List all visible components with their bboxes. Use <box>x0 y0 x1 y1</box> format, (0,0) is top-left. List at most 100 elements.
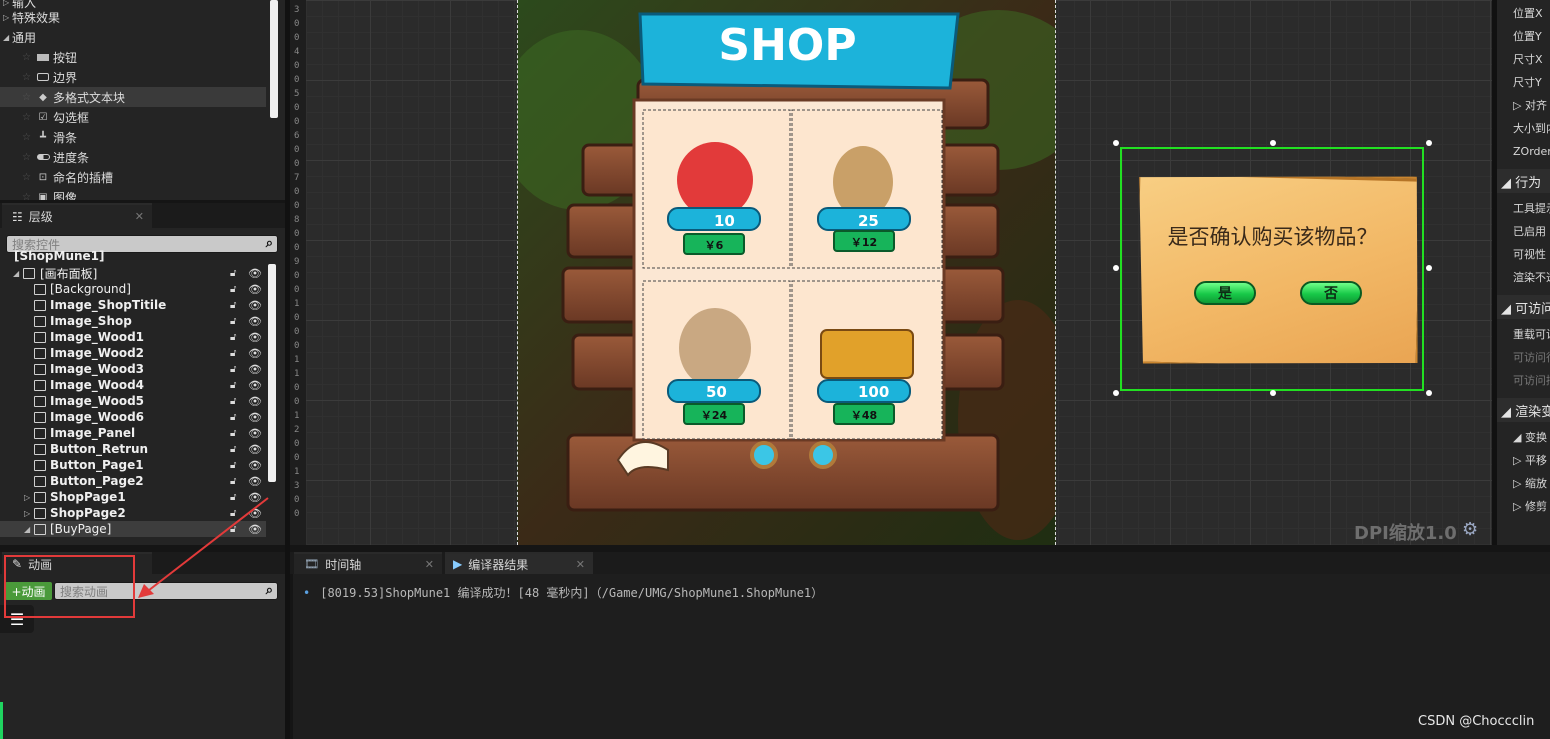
item-price-2[interactable]: ￥12 <box>834 234 894 250</box>
buy-confirm-dialog[interactable]: 是否确认购买该物品？ 是 否 <box>1113 140 1432 396</box>
resize-handle[interactable] <box>1113 140 1119 146</box>
eye-icon[interactable]: 👁︎ <box>248 363 262 376</box>
expand-arrow-icon[interactable]: ▷ <box>24 493 34 502</box>
shop-widget-preview[interactable]: SHOP 10 25 50 100 ￥6 ￥12 ￥24 ￥48 <box>517 0 1056 545</box>
resize-handle[interactable] <box>1426 140 1432 146</box>
unlock-icon[interactable]: 🔓︎ <box>230 460 236 471</box>
page1-dot-icon[interactable] <box>750 441 778 469</box>
unlock-icon[interactable]: 🔓︎ <box>230 412 236 423</box>
page2-dot-icon[interactable] <box>809 441 837 469</box>
details-property[interactable]: ZOrder <box>1497 140 1550 162</box>
details-property[interactable]: 渲染不透明 <box>1497 266 1550 288</box>
tab-compiler-results[interactable]: ▶ 编译器结果 ✕ <box>445 552 593 574</box>
resize-handle[interactable] <box>1426 265 1432 271</box>
tree-item[interactable]: Image_ShopTitile 🔓︎ 👁︎ <box>0 297 266 313</box>
tree-item[interactable]: Image_Wood6 🔓︎ 👁︎ <box>0 409 266 425</box>
eye-icon[interactable]: 👁︎ <box>248 459 262 472</box>
eye-icon[interactable]: 👁︎ <box>248 283 262 296</box>
unlock-icon[interactable]: 🔓︎ <box>230 300 236 311</box>
palette-item-checkbox[interactable]: ☆ ☑ 勾选框 <box>0 107 266 127</box>
lock-icon[interactable]: 🔓︎ <box>230 284 236 295</box>
favorite-star-icon[interactable]: ☆ <box>22 172 35 183</box>
tree-item[interactable]: [Background] 🔓︎ 👁︎ <box>0 281 266 297</box>
unlock-icon[interactable]: 🔓︎ <box>230 396 236 407</box>
item-price-4[interactable]: ￥48 <box>834 407 894 423</box>
palette-category-common[interactable]: ◢ 通用 <box>0 27 266 47</box>
details-property[interactable]: 尺寸Y <box>1497 71 1550 93</box>
palette-item-border[interactable]: ☆ 边界 <box>0 67 266 87</box>
resize-handle[interactable] <box>1113 265 1119 271</box>
unlock-icon[interactable]: 🔓︎ <box>230 268 236 279</box>
eye-icon[interactable]: 👁︎ <box>248 267 262 280</box>
resize-handle[interactable] <box>1270 390 1276 396</box>
details-property[interactable]: 可访问行为 <box>1497 346 1550 368</box>
unlock-icon[interactable]: 🔓︎ <box>230 316 236 327</box>
unlock-icon[interactable]: 🔓︎ <box>230 428 236 439</box>
details-property[interactable]: 尺寸X <box>1497 48 1550 70</box>
palette-item-image[interactable]: ☆ ▣ 图像 <box>0 187 266 201</box>
tree-item[interactable]: Image_Wood2 🔓︎ 👁︎ <box>0 345 266 361</box>
resize-handle[interactable] <box>1113 390 1119 396</box>
tree-item[interactable]: Image_Panel 🔓︎ 👁︎ <box>0 425 266 441</box>
tree-item[interactable]: Button_Page1 🔓︎ 👁︎ <box>0 457 266 473</box>
tree-item[interactable]: Image_Wood3 🔓︎ 👁︎ <box>0 361 266 377</box>
eye-icon[interactable]: 👁︎ <box>248 331 262 344</box>
favorite-star-icon[interactable]: ☆ <box>22 192 35 201</box>
favorite-star-icon[interactable]: ☆ <box>22 112 35 123</box>
tab-hierarchy[interactable]: ☷ 层级 ✕ <box>2 203 152 228</box>
favorite-star-icon[interactable]: ☆ <box>22 152 35 163</box>
close-icon[interactable]: ✕ <box>135 210 144 223</box>
details-property[interactable]: ▷ 平移 <box>1497 449 1550 471</box>
gear-icon[interactable]: ⚙ <box>1462 519 1478 540</box>
tree-item[interactable]: Button_Page2 🔓︎ 👁︎ <box>0 473 266 489</box>
details-property[interactable]: 已启用 <box>1497 220 1550 242</box>
eye-icon[interactable]: 👁︎ <box>248 315 262 328</box>
details-property[interactable]: ▷ 缩放 <box>1497 472 1550 494</box>
yes-button[interactable]: 是 <box>1194 281 1256 305</box>
palette-item-progress-bar[interactable]: ☆ 进度条 <box>0 147 266 167</box>
palette-item-slider[interactable]: ☆ ┻ 滑条 <box>0 127 266 147</box>
unlock-icon[interactable]: 🔓︎ <box>230 332 236 343</box>
eye-icon[interactable]: 👁︎ <box>248 395 262 408</box>
item-price-1[interactable]: ￥6 <box>684 237 744 253</box>
unlock-icon[interactable]: 🔓︎ <box>230 380 236 391</box>
eye-icon[interactable]: 👁︎ <box>248 427 262 440</box>
tab-timeline[interactable]: 🎞︎ 时间轴 ✕ <box>294 552 442 574</box>
expand-arrow-icon[interactable]: ▷ <box>24 509 34 518</box>
tree-item[interactable]: Image_Shop 🔓︎ 👁︎ <box>0 313 266 329</box>
eye-icon[interactable]: 👁︎ <box>248 443 262 456</box>
details-property[interactable]: ◢ 变换 <box>1497 426 1550 448</box>
item-price-3[interactable]: ￥24 <box>684 407 744 423</box>
resize-handle[interactable] <box>1426 390 1432 396</box>
unlock-icon[interactable]: 🔓︎ <box>230 444 236 455</box>
details-property[interactable]: 位置X <box>1497 2 1550 24</box>
palette-scrollbar[interactable] <box>270 0 278 118</box>
unlock-icon[interactable]: 🔓︎ <box>230 364 236 375</box>
favorite-star-icon[interactable]: ☆ <box>22 132 35 143</box>
tree-canvas-panel[interactable]: ◢ [画布面板] 🔓︎ 👁︎ <box>0 265 266 281</box>
details-property[interactable]: 可访问摘要 <box>1497 369 1550 391</box>
eye-icon[interactable]: 👁︎ <box>248 347 262 360</box>
favorite-star-icon[interactable]: ☆ <box>22 72 35 83</box>
panel-splitter[interactable] <box>285 0 290 739</box>
palette-item-rich-text[interactable]: ☆ ◆ 多格式文本块 <box>0 87 266 107</box>
hierarchy-scrollbar[interactable] <box>268 264 276 482</box>
details-property[interactable]: 可视性 <box>1497 243 1550 265</box>
details-property[interactable]: 工具提示 <box>1497 197 1550 219</box>
details-property[interactable]: ▷ 对齐 <box>1497 94 1550 116</box>
close-icon[interactable]: ✕ <box>425 558 434 571</box>
log-entry[interactable]: • [8019.53]ShopMune1 编译成功！[48 毫秒内]（/Game/… <box>303 584 823 601</box>
close-icon[interactable]: ✕ <box>576 558 585 571</box>
details-property[interactable]: ▷ 修剪 <box>1497 495 1550 517</box>
no-button[interactable]: 否 <box>1300 281 1362 305</box>
palette-category-effects[interactable]: ▷ 特殊效果 <box>0 7 266 27</box>
panel-splitter[interactable] <box>1492 0 1497 545</box>
tree-item[interactable]: Button_Retrun 🔓︎ 👁︎ <box>0 441 266 457</box>
unlock-icon[interactable]: 🔓︎ <box>230 348 236 359</box>
favorite-star-icon[interactable]: ☆ <box>22 52 35 63</box>
tree-item[interactable]: Image_Wood5 🔓︎ 👁︎ <box>0 393 266 409</box>
palette-item-button[interactable]: ☆ 按钮 <box>0 47 266 67</box>
details-section[interactable]: ◢ 渲染变换 <box>1497 398 1550 422</box>
details-property[interactable]: 位置Y <box>1497 25 1550 47</box>
resize-handle[interactable] <box>1270 140 1276 146</box>
